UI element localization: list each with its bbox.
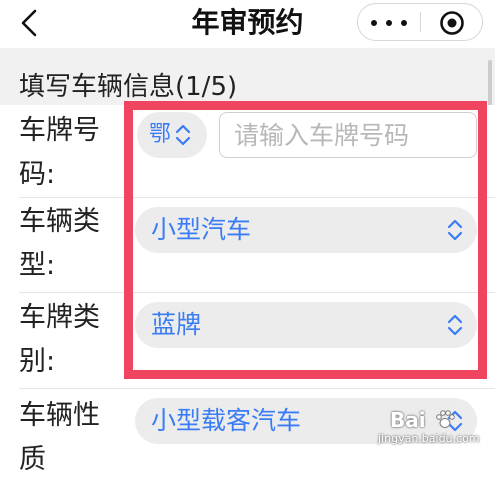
- plate-number-label: 车牌号码:: [19, 115, 100, 190]
- plate-type-select[interactable]: 蓝牌: [135, 302, 477, 348]
- plate-prefix-select[interactable]: 鄂: [137, 112, 207, 158]
- target-circle-icon: [440, 11, 464, 35]
- chevron-up-down-icon: [447, 219, 463, 241]
- vehicle-type-value: 小型汽车: [151, 215, 252, 244]
- vehicle-nature-select[interactable]: 小型载客汽车: [135, 398, 477, 444]
- plate-prefix-value: 鄂: [149, 122, 172, 147]
- row-divider: [19, 197, 495, 198]
- vehicle-nature-label: 车辆性质: [19, 400, 100, 475]
- plate-type-value: 蓝牌: [151, 310, 202, 339]
- section-title: 填写车辆信息(1/5): [19, 72, 238, 102]
- row-divider: [19, 388, 495, 389]
- chevron-up-down-icon: [175, 124, 191, 146]
- close-button[interactable]: [421, 4, 483, 40]
- chevron-up-down-icon: [447, 314, 463, 336]
- plate-type-label: 车牌类别:: [19, 302, 100, 377]
- vehicle-type-select[interactable]: 小型汽车: [135, 207, 477, 253]
- chevron-up-down-icon: [447, 410, 463, 432]
- vehicle-type-label: 车辆类型:: [19, 206, 100, 281]
- vehicle-nature-value: 小型载客汽车: [151, 406, 302, 435]
- more-button[interactable]: [358, 4, 420, 40]
- plate-number-input[interactable]: [219, 112, 477, 158]
- row-divider: [19, 292, 495, 293]
- more-dots-icon: [371, 20, 407, 26]
- navigation-bar: 年审预约: [0, 0, 495, 48]
- mini-program-capsule: [357, 3, 483, 41]
